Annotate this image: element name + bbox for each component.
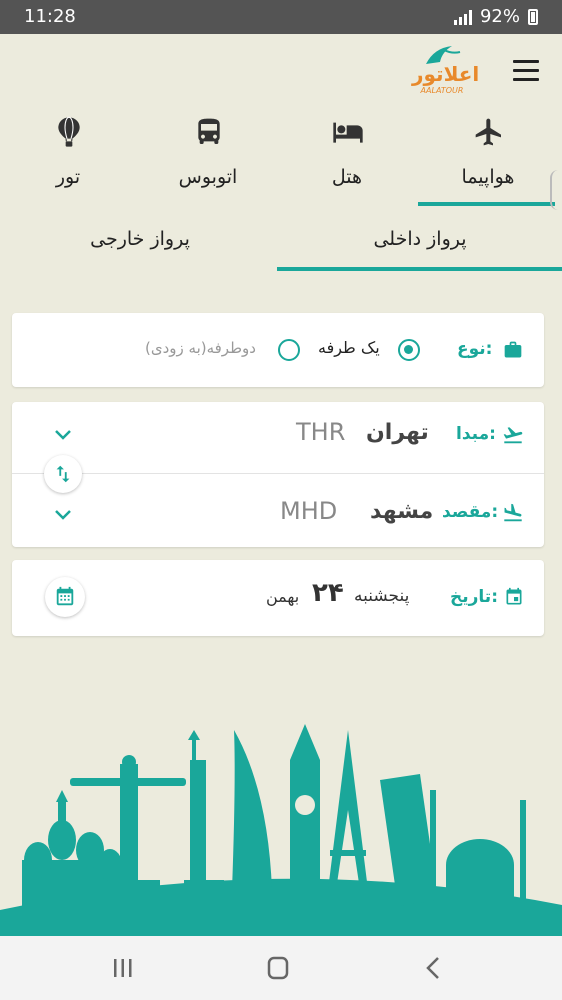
- date-weekday: پنجشنبه: [354, 586, 410, 606]
- menu-icon[interactable]: [513, 60, 539, 82]
- status-time: 11:28: [24, 6, 76, 27]
- destination-code[interactable]: MHD: [280, 497, 337, 525]
- tab-tour-label: تور: [55, 166, 81, 188]
- tab-hotel-label: هتل: [331, 166, 363, 188]
- date-month: بهمن: [266, 587, 300, 606]
- destination-label: مقصد:: [442, 502, 499, 522]
- swap-button[interactable]: [44, 455, 82, 493]
- airplane-icon: [475, 118, 501, 146]
- swap-vertical-icon: [56, 465, 70, 483]
- destination-city[interactable]: مشهد: [370, 499, 433, 524]
- date-label: تاریخ:: [450, 587, 499, 607]
- tab-bus-label: اتوبوس: [178, 166, 238, 188]
- tab-airplane-label: هواپیما: [461, 166, 515, 188]
- trip-type-card: نوع: یک طرفه دوطرفه(به زودی): [12, 313, 544, 387]
- active-subtab-indicator: [277, 267, 562, 271]
- tab-tour[interactable]: تور: [8, 110, 128, 206]
- round-trip-radio[interactable]: [278, 339, 300, 361]
- tab-international-flight[interactable]: پرواز خارجی: [20, 228, 260, 276]
- destination-chevron-down-icon[interactable]: [53, 508, 73, 522]
- origin-city[interactable]: تهران: [366, 420, 429, 445]
- app-logo: اعلاتور AALATOUR: [412, 44, 480, 100]
- bus-icon: [198, 118, 220, 144]
- service-tabs: هواپیما هتل اتوبوس تور: [0, 110, 562, 210]
- back-icon[interactable]: [414, 954, 454, 982]
- calendar-button[interactable]: [45, 577, 85, 617]
- tab-hotel[interactable]: هتل: [287, 110, 407, 206]
- flight-type-tabs: پرواز داخلی پرواز خارجی: [0, 216, 562, 272]
- logo-text: اعلاتور: [412, 62, 480, 86]
- signal-icon: [453, 9, 472, 25]
- one-way-label[interactable]: یک طرفه: [318, 338, 380, 357]
- takeoff-icon: [503, 427, 523, 444]
- route-divider: [12, 473, 544, 474]
- logo-subtext: AALATOUR: [420, 86, 464, 95]
- hot-air-balloon-icon: [58, 116, 80, 147]
- route-card: مبدا: تهران THR مقصد: مشهد MHD: [12, 402, 544, 547]
- calendar-small-icon: [506, 587, 522, 605]
- recent-apps-icon[interactable]: [103, 954, 143, 982]
- origin-chevron-down-icon[interactable]: [53, 428, 73, 442]
- status-bar: 11:28 92%: [0, 0, 562, 34]
- system-nav-bar: [0, 936, 562, 1000]
- origin-label: مبدا:: [456, 424, 496, 444]
- landmarks-skyline-illustration: [0, 724, 562, 936]
- one-way-radio[interactable]: [398, 339, 420, 361]
- date-card[interactable]: تاریخ: پنجشنبه ۲۴ بهمن: [12, 560, 544, 636]
- status-right: 92%: [453, 6, 538, 27]
- briefcase-icon: [504, 341, 522, 358]
- date-day: ۲۴: [312, 578, 344, 608]
- landing-icon: [504, 503, 522, 522]
- battery-icon: [528, 8, 538, 25]
- tab-bus[interactable]: اتوبوس: [148, 110, 268, 206]
- tab-airplane[interactable]: هواپیما: [428, 110, 548, 206]
- origin-code[interactable]: THR: [296, 418, 345, 446]
- bed-icon: [333, 122, 363, 143]
- round-trip-label: دوطرفه(به زودی): [145, 339, 256, 357]
- active-tab-indicator: [418, 202, 555, 206]
- battery-percent: 92%: [479, 6, 520, 27]
- scroll-edge-indicator: [550, 170, 562, 210]
- calendar-icon: [56, 586, 74, 606]
- trip-type-label: نوع:: [457, 339, 493, 359]
- home-icon[interactable]: [258, 954, 298, 982]
